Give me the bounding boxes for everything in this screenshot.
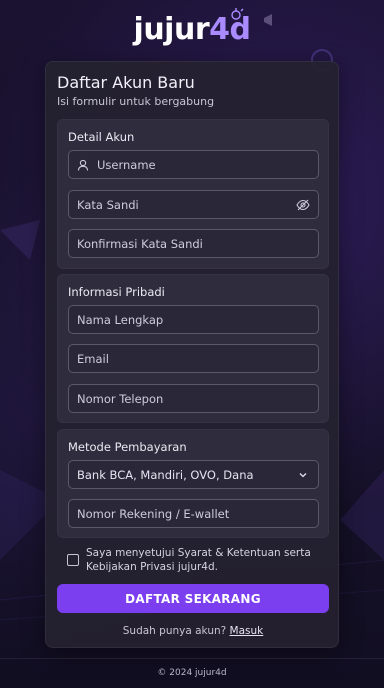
login-prompt: Sudah punya akun? Masuk — [46, 625, 340, 637]
payment-section: Metode Pembayaran Bank BCA, Mandiri, OVO… — [57, 429, 329, 538]
login-prompt-text: Sudah punya akun? — [122, 625, 227, 637]
chevron-down-icon — [299, 473, 307, 478]
footer-copyright: © 2024 jujur4d — [157, 668, 227, 678]
footer-divider — [0, 658, 384, 659]
user-icon — [77, 158, 91, 172]
username-placeholder: Username — [97, 157, 156, 172]
account-section: Detail Akun Username Kata Sandi Konfirma… — [57, 119, 329, 269]
account-number-placeholder: Nomor Rekening / E-wallet — [77, 506, 230, 521]
payment-method-value: Bank BCA, Mandiri, OVO, Dana — [77, 467, 254, 482]
email-placeholder: Email — [77, 351, 109, 366]
register-button[interactable]: DAFTAR SEKARANG — [57, 584, 329, 613]
eye-off-icon[interactable] — [296, 198, 310, 212]
registration-card: Daftar Akun Baru Isi formulir untuk berg… — [45, 61, 339, 648]
megaphone-icon — [264, 14, 272, 26]
form-subtitle: Isi formulir untuk bergabung — [57, 95, 215, 108]
phone-placeholder: Nomor Telepon — [77, 391, 164, 406]
email-input[interactable]: Email — [68, 344, 319, 373]
terms-label: Saya menyetujui Syarat & Ketentuan serta… — [86, 547, 311, 573]
payment-method-select[interactable]: Bank BCA, Mandiri, OVO, Dana — [68, 460, 319, 489]
fullname-placeholder: Nama Lengkap — [77, 312, 164, 327]
phone-input[interactable]: Nomor Telepon — [68, 384, 319, 413]
payment-section-title: Metode Pembayaran — [68, 440, 187, 454]
password-input[interactable]: Kata Sandi — [68, 190, 319, 219]
logo-text-main: jujur — [133, 12, 210, 47]
personal-section: Informasi Pribadi Nama Lengkap Email Nom… — [57, 274, 329, 423]
account-section-title: Detail Akun — [68, 130, 135, 144]
form-title: Daftar Akun Baru — [57, 73, 195, 92]
login-link[interactable]: Masuk — [230, 625, 264, 637]
confirm-password-placeholder: Konfirmasi Kata Sandi — [77, 236, 203, 251]
confirm-password-input[interactable]: Konfirmasi Kata Sandi — [68, 229, 319, 258]
password-placeholder: Kata Sandi — [77, 197, 139, 212]
logo-sparkle-icon — [231, 8, 244, 20]
account-number-input[interactable]: Nomor Rekening / E-wallet — [68, 499, 319, 528]
logo[interactable]: jujur4d — [0, 12, 384, 48]
personal-section-title: Informasi Pribadi — [68, 285, 165, 299]
fullname-input[interactable]: Nama Lengkap — [68, 305, 319, 334]
username-input[interactable]: Username — [68, 150, 319, 179]
